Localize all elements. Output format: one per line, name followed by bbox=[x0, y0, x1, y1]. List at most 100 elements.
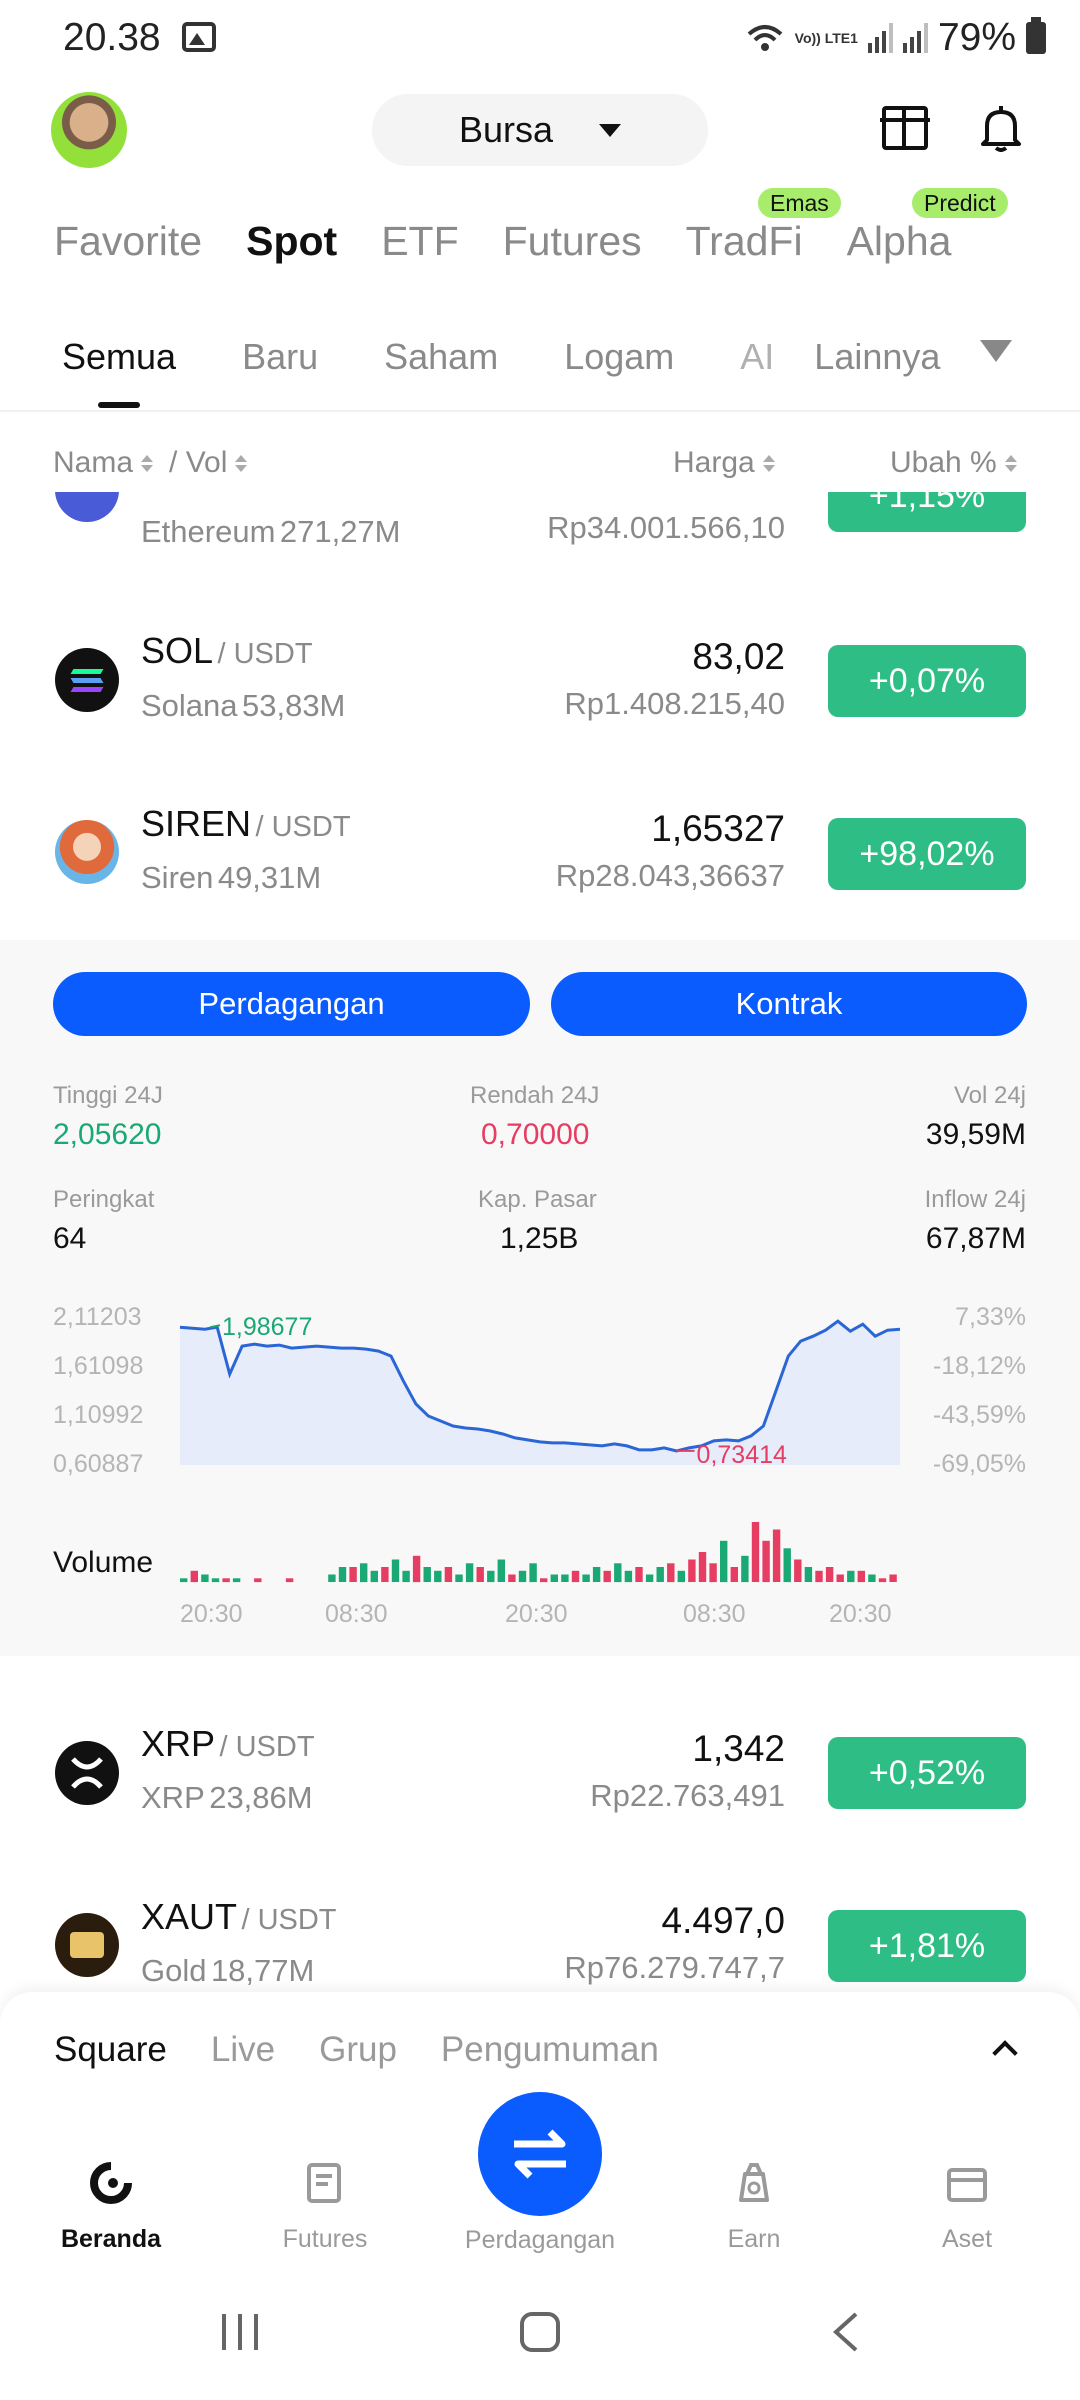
volume-bar bbox=[868, 1574, 876, 1582]
volume-bar bbox=[571, 1570, 580, 1583]
nav-earn[interactable]: Earn bbox=[674, 2160, 834, 2254]
tab-futures[interactable]: Futures bbox=[503, 218, 642, 265]
volume-bar bbox=[592, 1567, 601, 1582]
volume-bar bbox=[561, 1574, 569, 1582]
sol-name-vol: Solana 53,83M bbox=[141, 688, 345, 724]
subtab-lainnya[interactable]: Lainnya bbox=[814, 336, 940, 378]
coin-symbol: XAUT bbox=[141, 1896, 238, 1937]
volume-bar bbox=[201, 1574, 209, 1582]
volume-bar bbox=[529, 1563, 537, 1583]
volume-bar bbox=[762, 1540, 770, 1583]
signal-1-icon bbox=[867, 23, 893, 53]
trade-swap-icon bbox=[514, 2129, 566, 2179]
tab-alpha[interactable]: Alpha bbox=[847, 218, 952, 265]
volume-bar bbox=[254, 1578, 262, 1583]
subtab-logam[interactable]: Logam bbox=[564, 336, 674, 378]
change-badge[interactable]: +98,02% bbox=[828, 818, 1026, 890]
nav-perdagangan-label[interactable]: Perdagangan bbox=[460, 2226, 620, 2255]
nav-beranda[interactable]: Beranda bbox=[31, 2160, 191, 2254]
coin-price: 83,02 bbox=[692, 636, 785, 677]
sort-by-change[interactable]: Ubah % bbox=[890, 446, 1017, 480]
sort-by-name[interactable]: Nama / Vol bbox=[53, 446, 248, 480]
filter-icon[interactable] bbox=[980, 340, 1012, 362]
coin-volume: 49,31M bbox=[217, 860, 322, 895]
nav-futures[interactable]: Futures bbox=[245, 2160, 405, 2254]
low-24h-label: Rendah 24J bbox=[470, 1082, 600, 1109]
coin-price-idr: Rp22.763,491 bbox=[590, 1778, 785, 1813]
trade-button[interactable]: Perdagangan bbox=[53, 972, 530, 1036]
network-type-label: Vo)) LTE1 bbox=[794, 30, 858, 46]
sort-by-price[interactable]: Harga bbox=[673, 446, 775, 480]
high-24h-label: Tinggi 24J bbox=[53, 1082, 163, 1109]
volume-bar bbox=[857, 1570, 865, 1583]
volume-bar bbox=[476, 1567, 484, 1582]
column-change-label: Ubah % bbox=[890, 446, 997, 479]
wifi-icon bbox=[747, 25, 782, 51]
volume-bar bbox=[614, 1563, 622, 1583]
coin-name: Gold bbox=[141, 1953, 207, 1988]
exchange-selector[interactable]: Bursa bbox=[372, 94, 708, 166]
volume-bar bbox=[804, 1567, 813, 1582]
coin-price-idr: Rp1.408.215,40 bbox=[564, 686, 785, 721]
back-icon[interactable] bbox=[826, 2310, 870, 2354]
nav-aset[interactable]: Aset bbox=[887, 2160, 1047, 2254]
solana-coin-icon bbox=[55, 648, 119, 712]
tab-live[interactable]: Live bbox=[211, 2030, 275, 2070]
tab-tradfi[interactable]: TradFi bbox=[686, 218, 803, 265]
change-badge[interactable]: +0,07% bbox=[828, 645, 1026, 717]
volume-bar bbox=[698, 1552, 707, 1582]
subtab-saham[interactable]: Saham bbox=[384, 336, 498, 378]
volume-bar bbox=[825, 1567, 834, 1582]
divider bbox=[0, 410, 1080, 412]
low-24h-value: 0,70000 bbox=[481, 1118, 590, 1151]
eth-name-vol: Ethereum 271,27M bbox=[141, 514, 401, 550]
ethereum-coin-icon bbox=[55, 492, 119, 522]
volume-bar bbox=[497, 1559, 505, 1582]
volume-bar bbox=[444, 1567, 453, 1582]
volume-bar bbox=[656, 1567, 664, 1582]
coin-price: 4.497,0 bbox=[661, 1900, 785, 1941]
xrp-symbol-group: XRP / USDT bbox=[141, 1723, 315, 1765]
exchange-label: Bursa bbox=[458, 109, 554, 150]
change-badge[interactable]: +0,52% bbox=[828, 1737, 1026, 1809]
coin-price-idr: Rp34.001.566,10 bbox=[547, 510, 785, 545]
sort-icon bbox=[141, 454, 154, 472]
tab-etf[interactable]: ETF bbox=[381, 218, 458, 265]
subtab-semua[interactable]: Semua bbox=[62, 336, 176, 378]
volume-bar bbox=[338, 1567, 347, 1582]
change-badge[interactable]: +1,15% bbox=[828, 492, 1026, 532]
tab-favorite[interactable]: Favorite bbox=[54, 218, 202, 265]
tab-grup[interactable]: Grup bbox=[319, 2030, 397, 2070]
coin-name: Ethereum bbox=[141, 514, 276, 549]
change-badge[interactable]: +1,81% bbox=[828, 1910, 1026, 1982]
nav-label: Beranda bbox=[60, 2225, 162, 2253]
x-tick-label: 20:30 bbox=[180, 1600, 243, 1628]
status-indicators: Vo)) LTE1 79% bbox=[745, 16, 1046, 60]
subtab-baru[interactable]: Baru bbox=[242, 336, 318, 378]
gift-icon[interactable] bbox=[880, 106, 930, 150]
bell-icon[interactable] bbox=[980, 104, 1022, 152]
contract-button[interactable]: Kontrak bbox=[551, 972, 1027, 1036]
avatar[interactable] bbox=[51, 92, 127, 168]
volume-bar bbox=[285, 1578, 294, 1583]
xrp-coin-icon bbox=[55, 1741, 119, 1805]
list-item-eth[interactable]: Ethereum 271,27M Rp34.001.566,10 +1,15% bbox=[0, 492, 1080, 572]
home-button-icon[interactable] bbox=[518, 2310, 562, 2354]
coin-volume: 53,83M bbox=[241, 688, 346, 723]
tab-spot[interactable]: Spot bbox=[246, 218, 337, 265]
coin-price-idr: Rp76.279.747,7 bbox=[564, 1950, 785, 1985]
price-line-chart[interactable]: 1,98677 0,73414 bbox=[0, 1290, 1080, 1490]
tab-pengumuman[interactable]: Pengumuman bbox=[441, 2030, 659, 2070]
volume-bar bbox=[836, 1574, 844, 1582]
tab-square[interactable]: Square bbox=[54, 2030, 167, 2070]
trade-fab-button[interactable] bbox=[478, 2092, 602, 2216]
volume-bar bbox=[741, 1555, 749, 1583]
earn-icon bbox=[739, 2163, 769, 2202]
futures-icon bbox=[307, 2163, 341, 2203]
sort-icon bbox=[762, 454, 775, 472]
recent-apps-icon[interactable] bbox=[218, 2310, 262, 2354]
subtab-ai[interactable]: AI bbox=[740, 336, 774, 378]
siren-symbol-group: SIREN / USDT bbox=[141, 803, 351, 845]
volume-bar bbox=[402, 1570, 410, 1583]
market-main-tabs: Favorite Spot ETF Futures TradFi Alpha bbox=[54, 218, 951, 265]
